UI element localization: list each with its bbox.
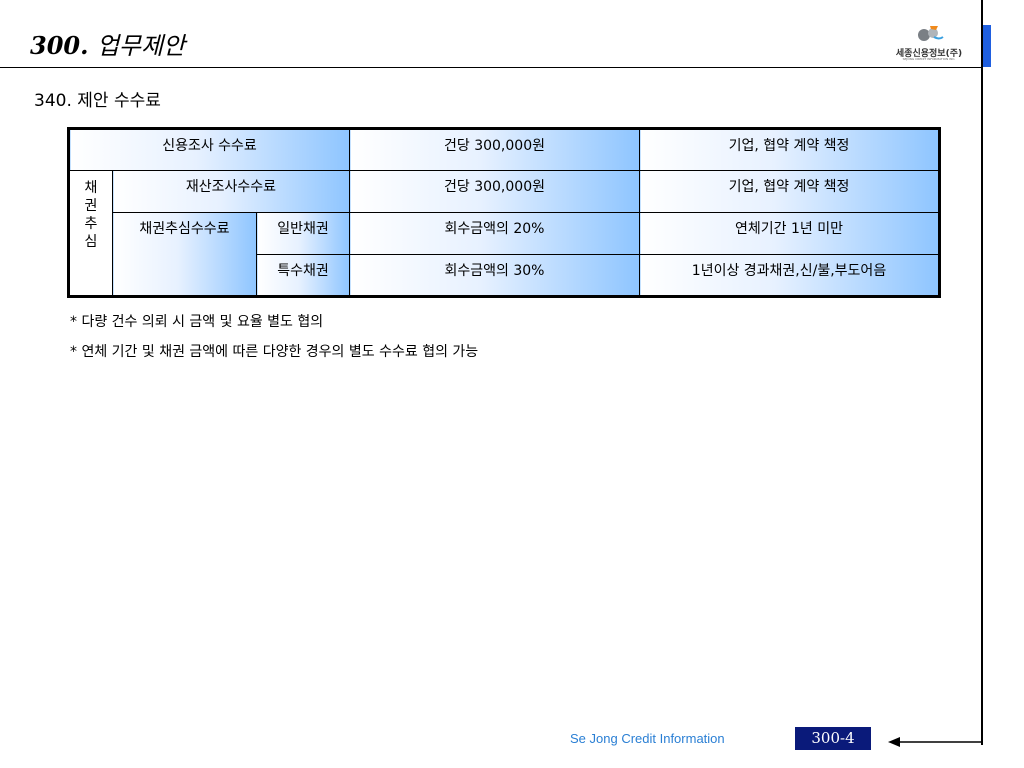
header-accent-bar xyxy=(983,25,991,67)
fee-name-cell: 재산조사수수료 xyxy=(112,170,350,213)
table-row: 채권추심수수료 일반채권 회수금액의 20% 연체기간 1년 미만 xyxy=(69,212,940,297)
group-label-char: 채 xyxy=(84,180,98,196)
page-title-number: 300. xyxy=(30,31,89,60)
fee-amount-cell: 회수금액의 30% xyxy=(349,254,640,297)
logo-company-subtitle: SEJONG CREDIT INFORMATION INC. xyxy=(902,57,956,61)
fee-amount-cell: 건당 300,000원 xyxy=(349,128,640,171)
section-title: 340. 제안 수수료 xyxy=(34,91,161,111)
fee-table: 신용조사 수수료 건당 300,000원 기업, 협약 계약 책정 채 권 추 … xyxy=(67,127,941,298)
table-row: 채 권 추 심 재산조사수수료 건당 300,000원 기업, 협약 계약 책정 xyxy=(68,170,940,297)
group-label-char: 심 xyxy=(84,234,98,250)
fee-condition-cell: 기업, 협약 계약 책정 xyxy=(639,170,940,213)
page-number-badge: 300-4 xyxy=(795,727,871,750)
fee-name-cell: 신용조사 수수료 xyxy=(68,128,350,171)
group-label-char: 추 xyxy=(84,216,98,232)
footer-company-name: Se Jong Credit Information xyxy=(570,731,725,746)
fee-condition-cell: 1년이상 경과채권,신/불,부도어음 xyxy=(639,254,940,297)
page-title-text: 업무제안 xyxy=(96,32,186,60)
company-logo-mark-icon xyxy=(918,26,944,41)
fee-amount-cell: 회수금액의 20% xyxy=(349,212,640,255)
note-separate-negotiation: * 연체 기간 및 채권 금액에 따른 다양한 경우의 별도 수수료 협의 가능 xyxy=(70,344,479,360)
left-arrow-icon[interactable] xyxy=(888,733,984,749)
table-row: 신용조사 수수료 건당 300,000원 기업, 협약 계약 책정 xyxy=(68,128,940,171)
debt-type-cell: 일반채권 xyxy=(256,212,350,255)
fee-name-cell: 채권추심수수료 xyxy=(112,212,257,297)
fee-condition-cell: 기업, 협약 계약 책정 xyxy=(639,128,940,171)
company-logo: 세종신용정보(주) SEJONG CREDIT INFORMATION INC. xyxy=(884,24,974,62)
fee-amount-cell: 건당 300,000원 xyxy=(349,170,640,213)
fee-condition-cell: 연체기간 1년 미만 xyxy=(639,212,940,255)
debt-collection-group-cell: 채 권 추 심 xyxy=(68,170,113,297)
debt-type-cell: 특수채권 xyxy=(256,254,350,297)
right-margin-line xyxy=(981,0,983,745)
note-volume-discount: * 다량 건수 의뢰 시 금액 및 요율 별도 협의 xyxy=(70,314,324,330)
header-divider xyxy=(0,67,982,68)
group-label-char: 권 xyxy=(84,198,98,214)
page-title: 300. 업무제안 xyxy=(30,26,185,61)
